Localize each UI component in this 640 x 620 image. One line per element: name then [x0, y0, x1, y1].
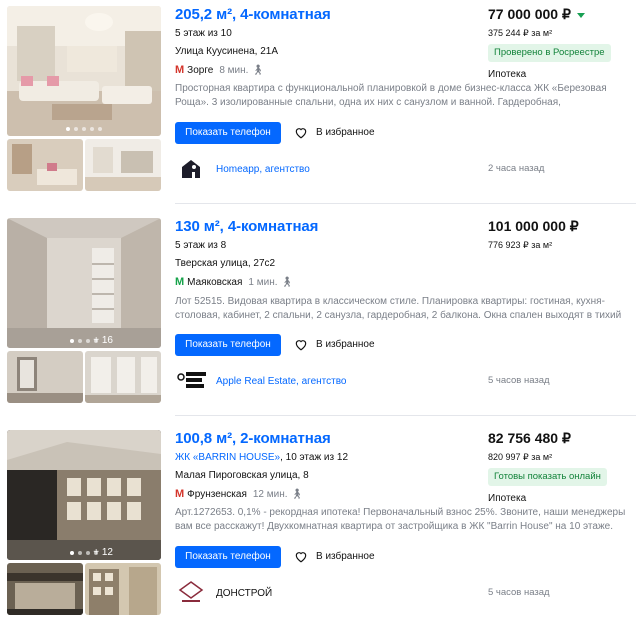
walk-icon: 🚶︎: [251, 64, 265, 76]
metro-station-name: Маяковская: [187, 276, 243, 288]
price-per-meter: 820 997 ₽ за м²: [488, 452, 553, 462]
listing-description: Просторная квартира с функциональной пла…: [175, 83, 607, 108]
verified-badge: Проверено в Росреестре: [488, 44, 611, 62]
metro-time: 8 мин.: [219, 64, 249, 76]
show-phone-button[interactable]: Показать телефон: [175, 122, 281, 144]
walk-icon: 🚶︎: [290, 488, 304, 500]
floor-info: ЖК «BARRIN HOUSE», 10 этаж из 12: [175, 452, 348, 463]
metro-station: М Зорге 8 мин. 🚶︎: [175, 64, 264, 76]
thumbnail-photo[interactable]: [85, 351, 161, 403]
walk-icon: 🚶︎: [280, 276, 294, 288]
heart-icon: [295, 340, 307, 351]
metro-time: 1 мин.: [248, 276, 278, 288]
show-phone-button[interactable]: Показать телефон: [175, 546, 281, 568]
listing-title[interactable]: 100,8 м², 2-комнатная: [175, 430, 331, 447]
photo-count: + 16: [93, 335, 113, 346]
metro-station-name: Зорге: [187, 64, 214, 76]
show-phone-button[interactable]: Показать телефон: [175, 334, 281, 356]
listing-description: Лот 52515. Видовая квартира в классическ…: [175, 296, 622, 321]
add-to-favorites-button[interactable]: В избранное: [294, 126, 375, 139]
agent-block[interactable]: Apple Real Estate, агентство: [176, 368, 347, 394]
price: 101 000 000 ₽: [488, 218, 579, 235]
agent-name[interactable]: ДОНСТРОЙ: [216, 588, 272, 599]
posted-time: 5 часов назад: [488, 375, 550, 386]
metro-station: М Маяковская 1 мин. 🚶︎: [175, 276, 293, 288]
metro-m-icon: М: [175, 488, 185, 500]
price-per-meter: 375 244 ₽ за м²: [488, 28, 553, 38]
posted-time: 5 часов назад: [488, 587, 550, 598]
photo-dots: [7, 127, 161, 131]
metro-station: М Фрунзенская 12 мин. 🚶︎: [175, 488, 303, 500]
mortgage-label: Ипотека: [488, 493, 527, 504]
photo-dots: [7, 339, 161, 343]
thumbnail-photo[interactable]: [7, 139, 83, 191]
agent-block[interactable]: ДОНСТРОЙ: [176, 580, 272, 606]
price: 77 000 000 ₽: [488, 6, 585, 23]
divider: [175, 415, 636, 416]
metro-m-icon: М: [175, 64, 185, 76]
price: 82 756 480 ₽: [488, 430, 571, 447]
heart-icon: [295, 552, 307, 563]
agent-block[interactable]: Homeapp, агентство: [176, 156, 310, 182]
thumbnail-photo[interactable]: [85, 563, 161, 615]
mortgage-label: Ипотека: [488, 69, 527, 80]
address[interactable]: Улица Куусинена, 21А: [175, 46, 278, 57]
price-down-icon[interactable]: [576, 12, 585, 18]
main-photo[interactable]: + 12: [7, 430, 161, 560]
agent-name[interactable]: Apple Real Estate, агентство: [216, 376, 347, 387]
online-tour-badge: Готовы показать онлайн: [488, 468, 607, 486]
price-value: 82 756 480 ₽: [488, 430, 571, 446]
metro-station-name: Фрунзенская: [187, 488, 247, 500]
favorites-label: В избранное: [316, 551, 375, 562]
thumbnail-photo[interactable]: [7, 351, 83, 403]
address[interactable]: Тверская улица, 27с2: [175, 258, 275, 269]
listing-title[interactable]: 130 м², 4-комнатная: [175, 218, 318, 235]
price-per-meter: 776 923 ₽ за м²: [488, 240, 553, 250]
main-photo[interactable]: [7, 6, 161, 136]
thumbnail-photo[interactable]: [7, 563, 83, 615]
agent-logo: [176, 156, 206, 182]
favorites-label: В избранное: [316, 339, 375, 350]
photo-dots: [7, 551, 161, 555]
agent-name[interactable]: Homeapp, агентство: [216, 164, 310, 175]
thumbnail-photo[interactable]: [85, 139, 161, 191]
listing-description: Арт.1272653. 0,1% - рекордная ипотека! П…: [175, 507, 626, 532]
floor-info: 5 этаж из 8: [175, 240, 227, 251]
heart-icon: [295, 128, 307, 139]
posted-time: 2 часа назад: [488, 163, 545, 174]
photo-count: + 12: [93, 547, 113, 558]
main-photo[interactable]: + 16: [7, 218, 161, 348]
divider: [175, 203, 636, 204]
agent-logo: [176, 368, 206, 394]
metro-m-icon: М: [175, 276, 185, 288]
price-value: 77 000 000 ₽: [488, 6, 571, 22]
floor-info: 5 этаж из 10: [175, 28, 232, 39]
add-to-favorites-button[interactable]: В избранное: [294, 338, 375, 351]
metro-time: 12 мин.: [252, 488, 288, 500]
favorites-label: В избранное: [316, 127, 375, 138]
complex-link[interactable]: ЖК «BARRIN HOUSE»: [175, 452, 280, 463]
add-to-favorites-button[interactable]: В избранное: [294, 550, 375, 563]
floor-text: , 10 этаж из 12: [280, 452, 349, 463]
agent-logo: [176, 580, 206, 606]
listing-title[interactable]: 205,2 м², 4-комнатная: [175, 6, 331, 23]
address[interactable]: Малая Пироговская улица, 8: [175, 470, 309, 481]
price-value: 101 000 000 ₽: [488, 218, 579, 234]
